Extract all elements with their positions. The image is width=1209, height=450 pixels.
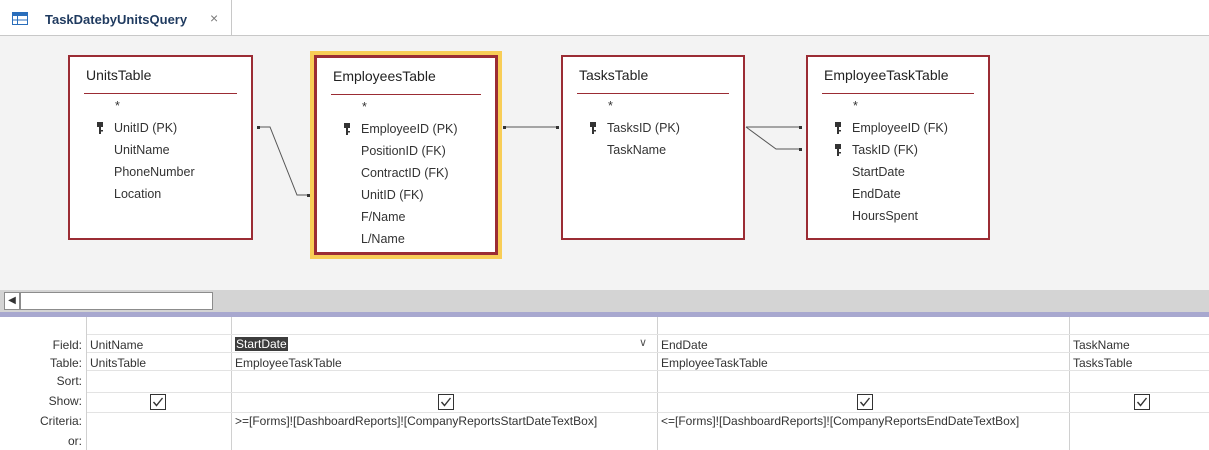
- document-tab-bar: TaskDatebyUnitsQuery ×: [0, 0, 1209, 36]
- grid-divider: [87, 370, 1209, 371]
- grid-divider: [86, 317, 87, 450]
- design-grid: Field: Table: Sort: Show: Criteria: or: …: [0, 317, 1209, 450]
- table-field[interactable]: EmployeeID (PK): [361, 122, 458, 136]
- tab-query[interactable]: TaskDatebyUnitsQuery ×: [0, 0, 232, 35]
- tab-title: TaskDatebyUnitsQuery: [45, 12, 188, 27]
- query-design-pane: UnitsTable * UnitID (PK) UnitName PhoneN…: [0, 36, 1209, 289]
- row-label-sort: Sort:: [56, 374, 82, 388]
- row-label-show: Show:: [48, 394, 82, 408]
- criteria-cell[interactable]: <=[Forms]![DashboardReports]![CompanyRep…: [661, 414, 1019, 428]
- chevron-down-icon[interactable]: ∨: [639, 336, 647, 349]
- field-cell[interactable]: UnitName: [90, 338, 143, 352]
- primary-key-icon: [97, 122, 103, 134]
- scrollbar-thumb[interactable]: [20, 292, 213, 310]
- table-box-title: UnitsTable: [86, 67, 152, 83]
- table-field[interactable]: PositionID (FK): [361, 144, 446, 158]
- table-box-divider: [577, 93, 729, 94]
- grid-divider: [657, 317, 658, 450]
- show-checkbox[interactable]: [1134, 394, 1150, 410]
- grid-divider: [87, 412, 1209, 413]
- grid-divider: [231, 317, 232, 450]
- primary-key-icon: [590, 122, 596, 134]
- primary-key-icon: [835, 144, 841, 156]
- table-box-title: TasksTable: [579, 67, 649, 83]
- close-icon[interactable]: ×: [210, 10, 218, 26]
- grid-divider: [87, 392, 1209, 393]
- table-field-all[interactable]: *: [362, 100, 367, 114]
- table-cell[interactable]: UnitsTable: [90, 356, 146, 370]
- row-label-field: Field:: [52, 338, 82, 352]
- table-field[interactable]: Location: [114, 187, 161, 201]
- table-box-units[interactable]: UnitsTable * UnitID (PK) UnitName PhoneN…: [68, 55, 253, 240]
- field-cell-selected[interactable]: StartDate: [235, 337, 288, 351]
- show-checkbox[interactable]: [438, 394, 454, 410]
- table-field[interactable]: L/Name: [361, 232, 405, 246]
- grid-divider: [1069, 317, 1070, 450]
- row-label-or: or:: [67, 434, 82, 448]
- table-box-divider: [331, 94, 481, 95]
- show-checkbox[interactable]: [150, 394, 166, 410]
- table-cell[interactable]: EmployeeTaskTable: [661, 356, 768, 370]
- query-icon: [12, 12, 28, 25]
- table-box-title: EmployeeTaskTable: [824, 67, 949, 83]
- table-cell[interactable]: EmployeeTaskTable: [235, 356, 342, 370]
- table-field[interactable]: EndDate: [852, 187, 901, 201]
- primary-key-icon: [344, 123, 350, 135]
- table-field[interactable]: PhoneNumber: [114, 165, 195, 179]
- table-box-divider: [822, 93, 974, 94]
- row-label-table: Table:: [49, 356, 82, 370]
- table-field[interactable]: UnitID (PK): [114, 121, 177, 135]
- grid-divider: [87, 352, 1209, 353]
- table-field-all[interactable]: *: [115, 99, 120, 113]
- criteria-cell[interactable]: >=[Forms]![DashboardReports]![CompanyRep…: [235, 414, 597, 428]
- grid-divider: [87, 334, 1209, 335]
- show-checkbox[interactable]: [857, 394, 873, 410]
- row-label-criteria: Criteria:: [39, 414, 82, 428]
- table-field[interactable]: HoursSpent: [852, 209, 918, 223]
- table-field[interactable]: F/Name: [361, 210, 405, 224]
- primary-key-icon: [835, 122, 841, 134]
- field-cell[interactable]: EndDate: [661, 338, 708, 352]
- table-field-all[interactable]: *: [853, 99, 858, 113]
- field-cell[interactable]: TaskName: [1073, 338, 1130, 352]
- table-field[interactable]: TaskID (FK): [852, 143, 918, 157]
- table-field[interactable]: TaskName: [607, 143, 666, 157]
- table-field[interactable]: TasksID (PK): [607, 121, 680, 135]
- scroll-left-arrow-icon[interactable]: ◀: [4, 292, 20, 310]
- table-field-all[interactable]: *: [608, 99, 613, 113]
- horizontal-scrollbar[interactable]: ◀: [0, 290, 1209, 312]
- table-box-employee-task[interactable]: EmployeeTaskTable * EmployeeID (FK) Task…: [806, 55, 990, 240]
- table-box-employees[interactable]: EmployeesTable * EmployeeID (PK) Positio…: [314, 55, 498, 255]
- table-field[interactable]: UnitID (FK): [361, 188, 424, 202]
- table-field[interactable]: ContractID (FK): [361, 166, 449, 180]
- table-field[interactable]: UnitName: [114, 143, 170, 157]
- table-cell[interactable]: TasksTable: [1073, 356, 1132, 370]
- table-field[interactable]: EmployeeID (FK): [852, 121, 948, 135]
- table-box-divider: [84, 93, 237, 94]
- table-box-title: EmployeesTable: [333, 68, 436, 84]
- table-field[interactable]: StartDate: [852, 165, 905, 179]
- table-box-tasks[interactable]: TasksTable * TasksID (PK) TaskName: [561, 55, 745, 240]
